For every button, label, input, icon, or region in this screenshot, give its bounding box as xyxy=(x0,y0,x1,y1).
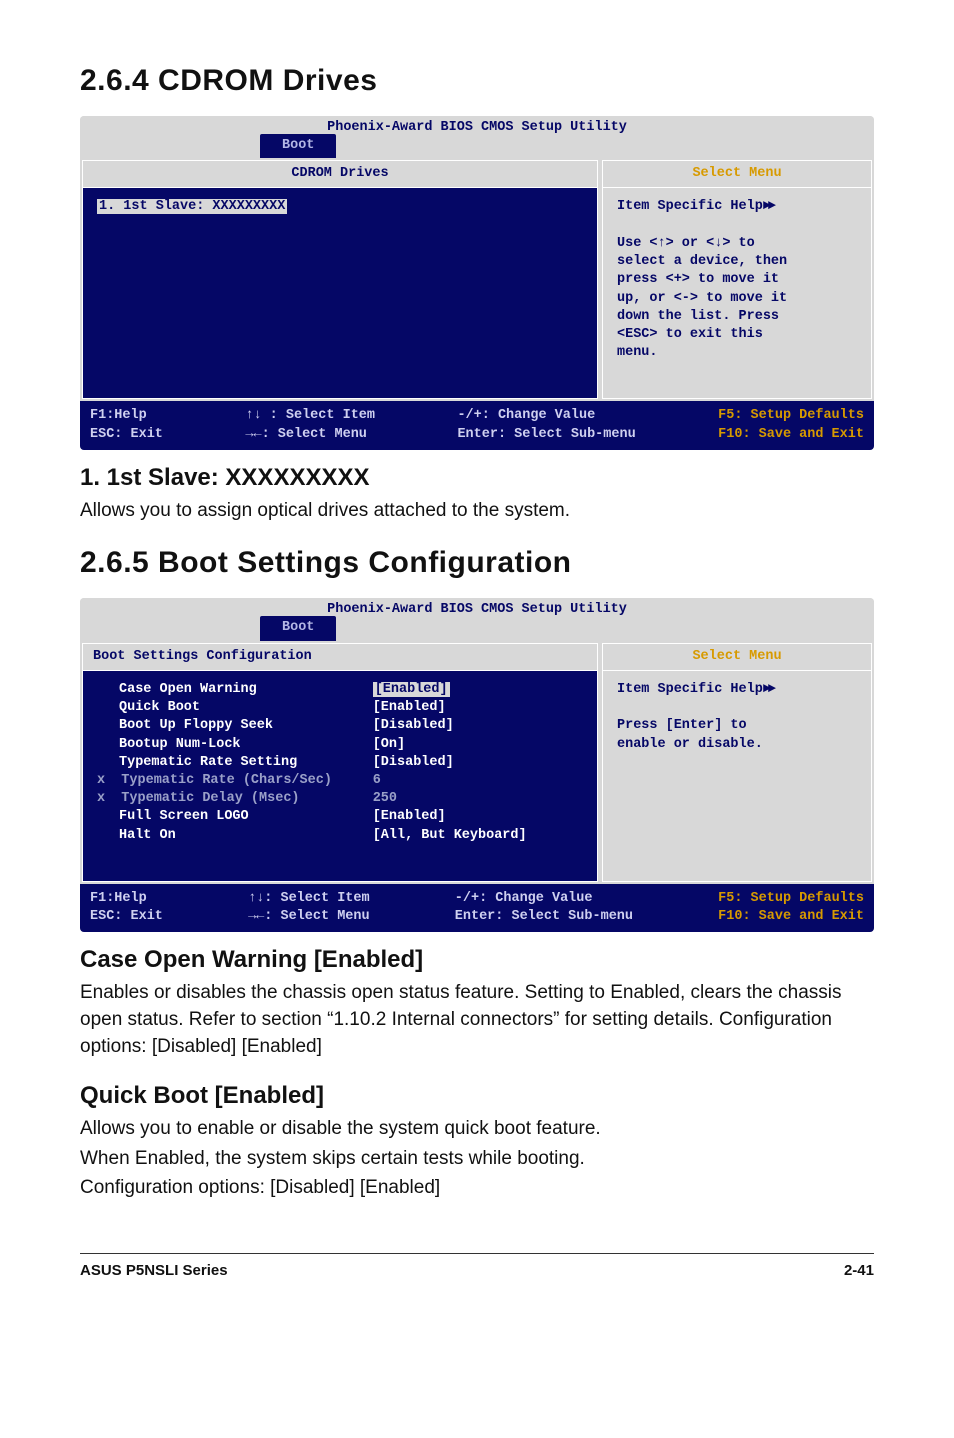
body-text-case-open-warning: Enables or disables the chassis open sta… xyxy=(80,980,874,1060)
config-item: Typematic Rate Setting xyxy=(97,754,365,772)
bios-key-select-menu: →←: Select Menu xyxy=(245,426,375,444)
config-item: Bootup Num-Lock xyxy=(97,736,365,754)
bios-key-submenu: Enter: Select Sub-menu xyxy=(457,426,635,444)
bios-footer: F1:Help ESC: Exit ↑↓ : Select Item →←: S… xyxy=(80,401,874,449)
bios-footer: F1:Help ESC: Exit ↑↓: Select Item →←: Se… xyxy=(80,884,874,932)
config-item: Boot Up Floppy Seek xyxy=(97,717,365,735)
bios-key-select-menu: →←: Select Menu xyxy=(248,908,370,926)
bios-help-text: press <+> to move it xyxy=(617,271,857,289)
bios-left-head: Boot Settings Configuration xyxy=(83,644,597,671)
config-item-disabled: x Typematic Delay (Msec) xyxy=(97,790,365,808)
section-heading-cdrom-drives: 2.6.4 CDROM Drives xyxy=(80,64,874,98)
body-text-1st-slave: Allows you to assign optical drives atta… xyxy=(80,498,874,525)
config-value: [Disabled] xyxy=(373,717,583,735)
bios-help-text: Press [Enter] to xyxy=(617,717,857,735)
arrow-right-icon: ►► xyxy=(763,682,773,697)
bios-help-text: <ESC> to exit this xyxy=(617,326,857,344)
bios-right-head: Select Menu xyxy=(603,644,871,671)
section-heading-boot-settings: 2.6.5 Boot Settings Configuration xyxy=(80,546,874,580)
subsection-case-open-warning: Case Open Warning [Enabled] xyxy=(80,946,874,974)
bios-item-1st-slave: 1. 1st Slave: XXXXXXXXX xyxy=(97,198,583,216)
subsection-1st-slave: 1. 1st Slave: XXXXXXXXX xyxy=(80,464,874,492)
bios-help-text: select a device, then xyxy=(617,253,857,271)
bios-help-text: down the list. Press xyxy=(617,308,857,326)
footer-page-number: 2-41 xyxy=(844,1262,874,1279)
bios-left-head: CDROM Drives xyxy=(83,161,597,188)
page-footer: ASUS P5NSLI Series 2-41 xyxy=(80,1262,874,1279)
bios-key-defaults: F5: Setup Defaults xyxy=(718,407,864,425)
footer-product: ASUS P5NSLI Series xyxy=(80,1262,228,1279)
bios-key-submenu: Enter: Select Sub-menu xyxy=(455,908,633,926)
bios-tab-row: Boot xyxy=(80,137,874,158)
bios-help-text: up, or <-> to move it xyxy=(617,290,857,308)
config-item-disabled: x Typematic Rate (Chars/Sec) xyxy=(97,772,365,790)
bios-key-save: F10: Save and Exit xyxy=(718,908,864,926)
bios-key-save: F10: Save and Exit xyxy=(718,426,864,444)
config-value: [Enabled] xyxy=(373,681,583,699)
bios-key-change-value: -/+: Change Value xyxy=(457,407,635,425)
config-value: [On] xyxy=(373,736,583,754)
body-text-quick-boot: Configuration options: [Disabled] [Enabl… xyxy=(80,1175,874,1201)
config-value-disabled: 6 xyxy=(373,772,583,790)
bios-help-title: Item Specific Help►► xyxy=(617,198,857,216)
bios-key-defaults: F5: Setup Defaults xyxy=(718,890,864,908)
bios-key-exit: ESC: Exit xyxy=(90,908,163,926)
bios-screenshot-cdrom-drives: Phoenix-Award BIOS CMOS Setup Utility Bo… xyxy=(80,116,874,450)
bios-left-panel: CDROM Drives 1. 1st Slave: XXXXXXXXX xyxy=(82,160,598,399)
bios-key-select-item: ↑↓: Select Item xyxy=(248,890,370,908)
bios-key-exit: ESC: Exit xyxy=(90,426,163,444)
config-value: [Disabled] xyxy=(373,754,583,772)
bios-help-text: enable or disable. xyxy=(617,736,857,754)
config-item: Halt On xyxy=(97,827,365,845)
config-value-disabled: 250 xyxy=(373,790,583,808)
bios-help-text: menu. xyxy=(617,344,857,362)
bios-right-panel: Select Menu Item Specific Help►► Use <↑>… xyxy=(602,160,872,399)
bios-left-panel: Boot Settings Configuration Case Open Wa… xyxy=(82,643,598,882)
bios-tab-row: Boot xyxy=(80,620,874,641)
config-value: [Enabled] xyxy=(373,699,583,717)
body-text-quick-boot: Allows you to enable or disable the syst… xyxy=(80,1116,874,1142)
config-item: Case Open Warning xyxy=(97,681,365,699)
bios-key-help: F1:Help xyxy=(90,407,163,425)
body-text-quick-boot: When Enabled, the system skips certain t… xyxy=(80,1146,874,1172)
bios-right-head: Select Menu xyxy=(603,161,871,188)
bios-screenshot-boot-settings: Phoenix-Award BIOS CMOS Setup Utility Bo… xyxy=(80,598,874,932)
bios-tab-boot: Boot xyxy=(260,616,336,640)
bios-help-text: Use <↑> or <↓> to xyxy=(617,235,857,253)
subsection-quick-boot: Quick Boot [Enabled] xyxy=(80,1082,874,1110)
bios-tab-boot: Boot xyxy=(260,134,336,158)
footer-rule xyxy=(80,1253,874,1254)
bios-key-change-value: -/+: Change Value xyxy=(455,890,633,908)
bios-key-help: F1:Help xyxy=(90,890,163,908)
bios-right-panel: Select Menu Item Specific Help►► Press [… xyxy=(602,643,872,882)
bios-key-select-item: ↑↓ : Select Item xyxy=(245,407,375,425)
config-item: Full Screen LOGO xyxy=(97,808,365,826)
config-value: [Enabled] xyxy=(373,808,583,826)
config-value: [All, But Keyboard] xyxy=(373,827,583,845)
arrow-right-icon: ►► xyxy=(763,199,773,214)
config-item: Quick Boot xyxy=(97,699,365,717)
bios-help-title: Item Specific Help►► xyxy=(617,681,857,699)
bios-title: Phoenix-Award BIOS CMOS Setup Utility xyxy=(80,598,874,619)
bios-title: Phoenix-Award BIOS CMOS Setup Utility xyxy=(80,116,874,137)
